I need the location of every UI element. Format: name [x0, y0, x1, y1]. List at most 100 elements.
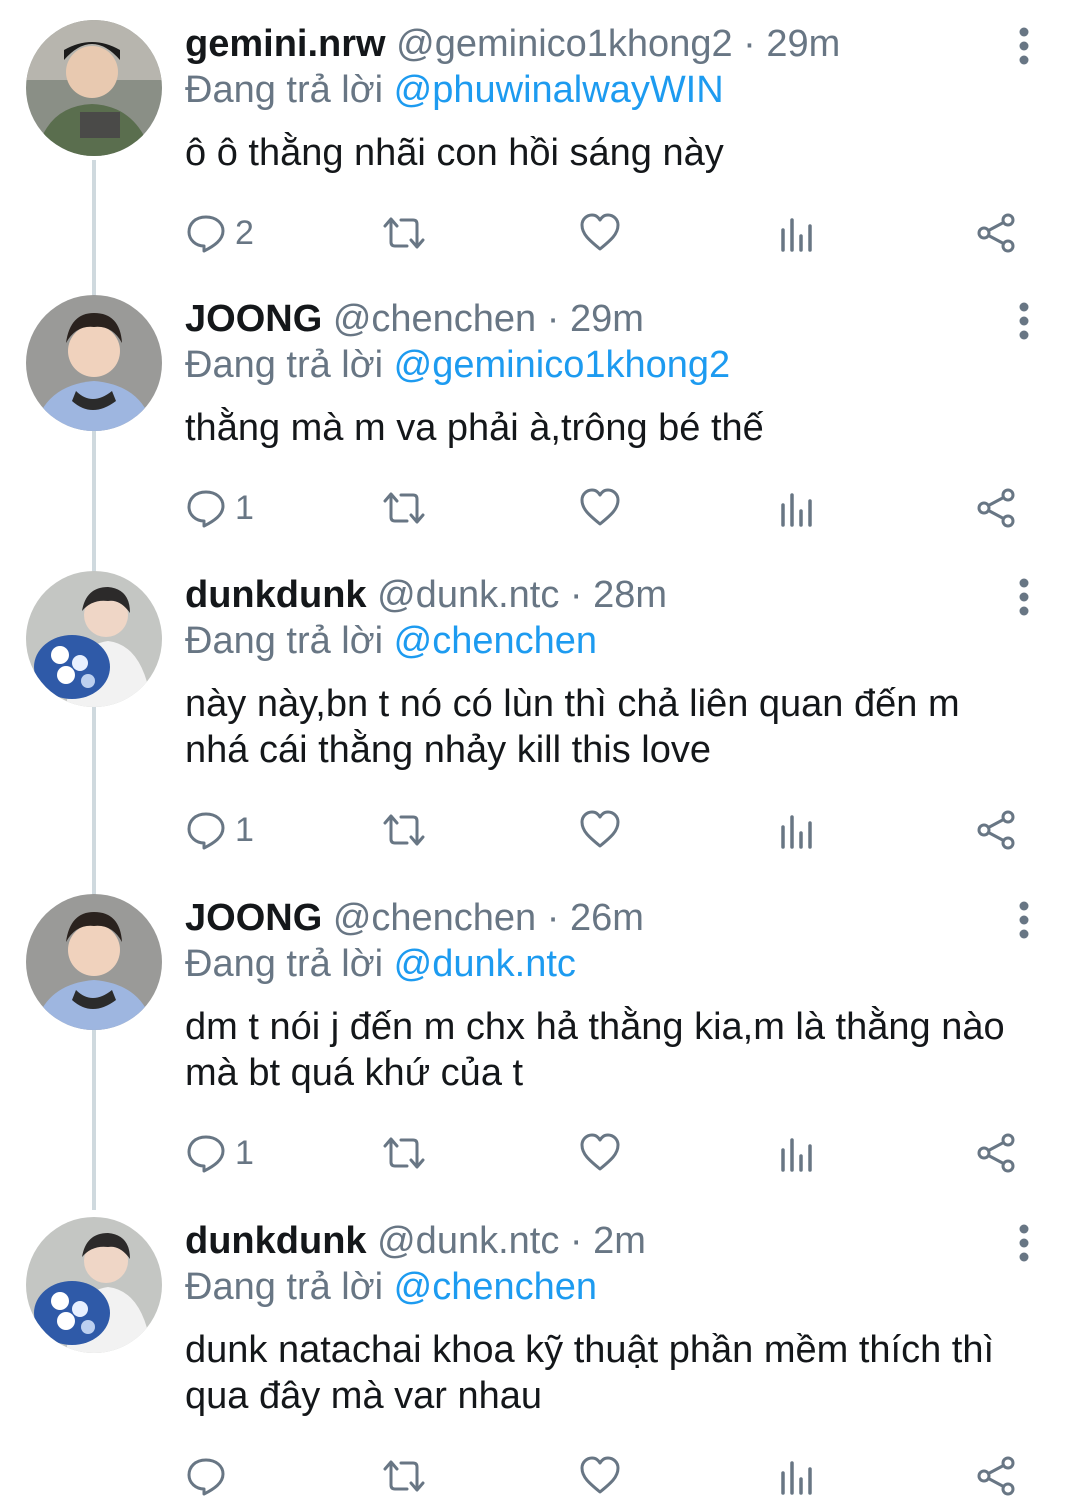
tweet-header: JOONG @chenchen · 29m [185, 297, 644, 341]
analytics-button[interactable] [779, 1451, 815, 1501]
reply-count: 1 [235, 1133, 254, 1172]
tweet-header: JOONG @chenchen · 26m [185, 896, 644, 940]
reply-button[interactable]: 1 [185, 1128, 254, 1178]
timestamp[interactable]: 28m [593, 574, 667, 616]
avatar[interactable] [26, 295, 162, 431]
tweet-actions: 1 [185, 805, 1045, 855]
reply-button[interactable] [185, 1451, 235, 1501]
like-button[interactable] [579, 1451, 621, 1501]
timestamp[interactable]: 29m [766, 23, 840, 65]
heart-icon [579, 212, 621, 254]
author-handle[interactable]: @chenchen [333, 298, 536, 340]
analytics-button[interactable] [779, 208, 815, 258]
like-button[interactable] [579, 805, 621, 855]
retweet-button[interactable] [381, 805, 427, 855]
share-icon [975, 212, 1017, 254]
retweet-button[interactable] [381, 1451, 427, 1501]
replying-mention[interactable]: @chenchen [394, 1266, 597, 1308]
separator-dot: · [546, 897, 560, 939]
more-vertical-icon[interactable] [1010, 900, 1038, 940]
share-button[interactable] [975, 805, 1017, 855]
replying-prefix: Đang trả lời [185, 69, 384, 111]
retweet-icon [381, 212, 427, 254]
author-handle[interactable]: @chenchen [333, 897, 536, 939]
reply-icon [185, 487, 227, 529]
more-vertical-icon[interactable] [1010, 301, 1038, 341]
share-button[interactable] [975, 483, 1017, 533]
reply-button[interactable]: 1 [185, 483, 254, 533]
share-button[interactable] [975, 208, 1017, 258]
like-button[interactable] [579, 483, 621, 533]
like-button[interactable] [579, 1128, 621, 1178]
reply-count: 1 [235, 810, 254, 849]
heart-icon [579, 487, 621, 529]
retweet-button[interactable] [381, 208, 427, 258]
tweet-header: dunkdunk @dunk.ntc · 2m [185, 1219, 646, 1263]
author-name[interactable]: dunkdunk [185, 1220, 367, 1262]
separator-dot: · [569, 574, 583, 616]
avatar[interactable] [26, 20, 162, 156]
replying-mention[interactable]: @chenchen [394, 620, 597, 662]
tweet-text: ô ô thằng nhãi con hồi sáng này [185, 132, 724, 174]
tweet-actions: 1 [185, 1128, 1045, 1178]
like-button[interactable] [579, 208, 621, 258]
reply-button[interactable]: 2 [185, 208, 254, 258]
reply-icon [185, 1455, 227, 1497]
tweet-text: này này,bn t nó có lùn thì chả liên quan… [185, 683, 960, 771]
analytics-icon [779, 1132, 815, 1174]
author-handle[interactable]: @geminico1khong2 [396, 23, 732, 65]
more-vertical-icon[interactable] [1010, 1223, 1038, 1263]
avatar[interactable] [26, 571, 162, 707]
replying-to: Đang trả lời @chenchen [185, 619, 597, 663]
analytics-icon [779, 809, 815, 851]
share-icon [975, 1455, 1017, 1497]
retweet-button[interactable] [381, 483, 427, 533]
replying-mention[interactable]: @geminico1khong2 [394, 344, 730, 386]
replying-to: Đang trả lời @geminico1khong2 [185, 343, 730, 387]
analytics-icon [779, 212, 815, 254]
heart-icon [579, 1132, 621, 1174]
tweet-text: dm t nói j đến m chx hả thằng kia,m là t… [185, 1006, 1005, 1094]
more-vertical-icon[interactable] [1010, 577, 1038, 617]
timestamp[interactable]: 29m [570, 298, 644, 340]
replying-prefix: Đang trả lời [185, 1266, 384, 1308]
author-name[interactable]: dunkdunk [185, 574, 367, 616]
author-handle[interactable]: @dunk.ntc [377, 1220, 559, 1262]
replying-to: Đang trả lời @phuwinalwayWIN [185, 68, 724, 112]
more-vertical-icon[interactable] [1010, 26, 1038, 66]
reply-count: 1 [235, 488, 254, 527]
replying-prefix: Đang trả lời [185, 344, 384, 386]
replying-mention[interactable]: @phuwinalwayWIN [394, 69, 724, 111]
retweet-button[interactable] [381, 1128, 427, 1178]
replying-mention[interactable]: @dunk.ntc [394, 943, 576, 985]
retweet-icon [381, 809, 427, 851]
reply-thread: gemini.nrw @geminico1khong2 · 29m Đang t… [0, 0, 1080, 1508]
tweet-header: gemini.nrw @geminico1khong2 · 29m [185, 22, 840, 66]
tweet-actions: 2 [185, 208, 1045, 258]
replying-prefix: Đang trả lời [185, 943, 384, 985]
separator-dot: · [569, 1220, 583, 1262]
author-name[interactable]: JOONG [185, 298, 322, 340]
author-handle[interactable]: @dunk.ntc [377, 574, 559, 616]
retweet-icon [381, 1132, 427, 1174]
separator-dot: · [743, 23, 756, 65]
share-button[interactable] [975, 1128, 1017, 1178]
analytics-icon [779, 1455, 815, 1497]
timestamp[interactable]: 2m [593, 1220, 646, 1262]
tweet-text: thằng mà m va phải à,trông bé thế [185, 407, 764, 449]
reply-icon [185, 809, 227, 851]
reply-button[interactable]: 1 [185, 805, 254, 855]
reply-icon [185, 1132, 227, 1174]
analytics-button[interactable] [779, 805, 815, 855]
share-icon [975, 809, 1017, 851]
timestamp[interactable]: 26m [570, 897, 644, 939]
avatar[interactable] [26, 1217, 162, 1353]
separator-dot: · [546, 298, 560, 340]
tweet-actions [185, 1451, 1045, 1501]
analytics-button[interactable] [779, 483, 815, 533]
author-name[interactable]: gemini.nrw [185, 23, 386, 65]
author-name[interactable]: JOONG [185, 897, 322, 939]
avatar[interactable] [26, 894, 162, 1030]
share-button[interactable] [975, 1451, 1017, 1501]
analytics-button[interactable] [779, 1128, 815, 1178]
